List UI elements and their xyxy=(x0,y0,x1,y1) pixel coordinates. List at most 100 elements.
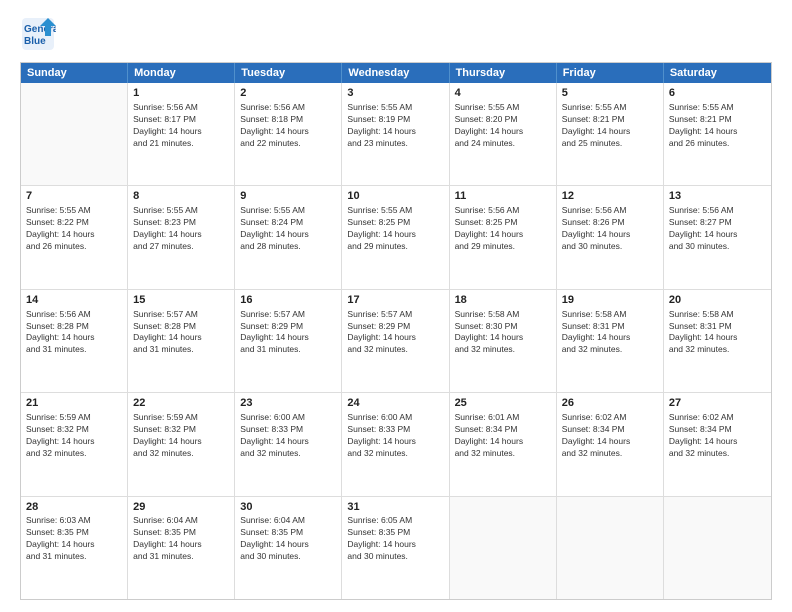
cell-info: Sunrise: 5:58 AM Sunset: 8:31 PM Dayligh… xyxy=(669,309,766,357)
day-number: 2 xyxy=(240,86,336,101)
cal-cell: 14Sunrise: 5:56 AM Sunset: 8:28 PM Dayli… xyxy=(21,290,128,392)
day-number: 5 xyxy=(562,86,658,101)
cell-info: Sunrise: 5:55 AM Sunset: 8:21 PM Dayligh… xyxy=(562,102,658,150)
week-row-1: 1Sunrise: 5:56 AM Sunset: 8:17 PM Daylig… xyxy=(21,83,771,186)
cell-info: Sunrise: 5:58 AM Sunset: 8:30 PM Dayligh… xyxy=(455,309,551,357)
cell-info: Sunrise: 6:01 AM Sunset: 8:34 PM Dayligh… xyxy=(455,412,551,460)
week-row-5: 28Sunrise: 6:03 AM Sunset: 8:35 PM Dayli… xyxy=(21,497,771,599)
cell-info: Sunrise: 5:59 AM Sunset: 8:32 PM Dayligh… xyxy=(26,412,122,460)
cal-cell: 29Sunrise: 6:04 AM Sunset: 8:35 PM Dayli… xyxy=(128,497,235,599)
day-number: 3 xyxy=(347,86,443,101)
day-number: 14 xyxy=(26,293,122,308)
cal-cell: 30Sunrise: 6:04 AM Sunset: 8:35 PM Dayli… xyxy=(235,497,342,599)
day-number: 28 xyxy=(26,500,122,515)
day-number: 26 xyxy=(562,396,658,411)
day-number: 1 xyxy=(133,86,229,101)
calendar: SundayMondayTuesdayWednesdayThursdayFrid… xyxy=(20,62,772,600)
cal-cell: 10Sunrise: 5:55 AM Sunset: 8:25 PM Dayli… xyxy=(342,186,449,288)
cell-info: Sunrise: 5:56 AM Sunset: 8:18 PM Dayligh… xyxy=(240,102,336,150)
cal-cell: 27Sunrise: 6:02 AM Sunset: 8:34 PM Dayli… xyxy=(664,393,771,495)
day-number: 15 xyxy=(133,293,229,308)
cal-cell: 25Sunrise: 6:01 AM Sunset: 8:34 PM Dayli… xyxy=(450,393,557,495)
cal-cell: 12Sunrise: 5:56 AM Sunset: 8:26 PM Dayli… xyxy=(557,186,664,288)
day-number: 29 xyxy=(133,500,229,515)
header-day-sunday: Sunday xyxy=(21,63,128,83)
day-number: 31 xyxy=(347,500,443,515)
cal-cell: 2Sunrise: 5:56 AM Sunset: 8:18 PM Daylig… xyxy=(235,83,342,185)
day-number: 20 xyxy=(669,293,766,308)
day-number: 30 xyxy=(240,500,336,515)
day-number: 8 xyxy=(133,189,229,204)
page: GeneralBlue SundayMondayTuesdayWednesday… xyxy=(0,0,792,612)
cal-cell: 20Sunrise: 5:58 AM Sunset: 8:31 PM Dayli… xyxy=(664,290,771,392)
cell-info: Sunrise: 6:00 AM Sunset: 8:33 PM Dayligh… xyxy=(240,412,336,460)
day-number: 27 xyxy=(669,396,766,411)
cal-cell: 3Sunrise: 5:55 AM Sunset: 8:19 PM Daylig… xyxy=(342,83,449,185)
cell-info: Sunrise: 5:57 AM Sunset: 8:29 PM Dayligh… xyxy=(240,309,336,357)
cal-cell: 13Sunrise: 5:56 AM Sunset: 8:27 PM Dayli… xyxy=(664,186,771,288)
cell-info: Sunrise: 6:05 AM Sunset: 8:35 PM Dayligh… xyxy=(347,515,443,563)
cal-cell: 31Sunrise: 6:05 AM Sunset: 8:35 PM Dayli… xyxy=(342,497,449,599)
cal-cell: 24Sunrise: 6:00 AM Sunset: 8:33 PM Dayli… xyxy=(342,393,449,495)
cell-info: Sunrise: 5:56 AM Sunset: 8:26 PM Dayligh… xyxy=(562,205,658,253)
day-number: 4 xyxy=(455,86,551,101)
day-number: 21 xyxy=(26,396,122,411)
cell-info: Sunrise: 5:57 AM Sunset: 8:28 PM Dayligh… xyxy=(133,309,229,357)
logo: GeneralBlue xyxy=(20,16,56,52)
cal-cell: 17Sunrise: 5:57 AM Sunset: 8:29 PM Dayli… xyxy=(342,290,449,392)
header-day-saturday: Saturday xyxy=(664,63,771,83)
cell-info: Sunrise: 6:02 AM Sunset: 8:34 PM Dayligh… xyxy=(669,412,766,460)
day-number: 24 xyxy=(347,396,443,411)
calendar-header: SundayMondayTuesdayWednesdayThursdayFrid… xyxy=(21,63,771,83)
cal-cell: 18Sunrise: 5:58 AM Sunset: 8:30 PM Dayli… xyxy=(450,290,557,392)
cell-info: Sunrise: 5:59 AM Sunset: 8:32 PM Dayligh… xyxy=(133,412,229,460)
calendar-body: 1Sunrise: 5:56 AM Sunset: 8:17 PM Daylig… xyxy=(21,83,771,599)
week-row-4: 21Sunrise: 5:59 AM Sunset: 8:32 PM Dayli… xyxy=(21,393,771,496)
cal-cell: 15Sunrise: 5:57 AM Sunset: 8:28 PM Dayli… xyxy=(128,290,235,392)
svg-text:Blue: Blue xyxy=(24,36,46,47)
header: GeneralBlue xyxy=(20,16,772,52)
cal-cell xyxy=(664,497,771,599)
day-number: 18 xyxy=(455,293,551,308)
cal-cell xyxy=(557,497,664,599)
cal-cell: 23Sunrise: 6:00 AM Sunset: 8:33 PM Dayli… xyxy=(235,393,342,495)
day-number: 25 xyxy=(455,396,551,411)
cal-cell: 22Sunrise: 5:59 AM Sunset: 8:32 PM Dayli… xyxy=(128,393,235,495)
cal-cell: 6Sunrise: 5:55 AM Sunset: 8:21 PM Daylig… xyxy=(664,83,771,185)
header-day-thursday: Thursday xyxy=(450,63,557,83)
cal-cell: 19Sunrise: 5:58 AM Sunset: 8:31 PM Dayli… xyxy=(557,290,664,392)
cal-cell: 7Sunrise: 5:55 AM Sunset: 8:22 PM Daylig… xyxy=(21,186,128,288)
cell-info: Sunrise: 5:55 AM Sunset: 8:20 PM Dayligh… xyxy=(455,102,551,150)
day-number: 23 xyxy=(240,396,336,411)
cal-cell: 4Sunrise: 5:55 AM Sunset: 8:20 PM Daylig… xyxy=(450,83,557,185)
header-day-monday: Monday xyxy=(128,63,235,83)
cell-info: Sunrise: 5:55 AM Sunset: 8:24 PM Dayligh… xyxy=(240,205,336,253)
cal-cell: 26Sunrise: 6:02 AM Sunset: 8:34 PM Dayli… xyxy=(557,393,664,495)
day-number: 17 xyxy=(347,293,443,308)
cell-info: Sunrise: 6:04 AM Sunset: 8:35 PM Dayligh… xyxy=(133,515,229,563)
cell-info: Sunrise: 5:58 AM Sunset: 8:31 PM Dayligh… xyxy=(562,309,658,357)
cal-cell: 21Sunrise: 5:59 AM Sunset: 8:32 PM Dayli… xyxy=(21,393,128,495)
cell-info: Sunrise: 5:55 AM Sunset: 8:25 PM Dayligh… xyxy=(347,205,443,253)
cal-cell: 1Sunrise: 5:56 AM Sunset: 8:17 PM Daylig… xyxy=(128,83,235,185)
cal-cell xyxy=(21,83,128,185)
day-number: 9 xyxy=(240,189,336,204)
cell-info: Sunrise: 6:02 AM Sunset: 8:34 PM Dayligh… xyxy=(562,412,658,460)
header-day-friday: Friday xyxy=(557,63,664,83)
cal-cell: 28Sunrise: 6:03 AM Sunset: 8:35 PM Dayli… xyxy=(21,497,128,599)
cell-info: Sunrise: 5:56 AM Sunset: 8:27 PM Dayligh… xyxy=(669,205,766,253)
day-number: 22 xyxy=(133,396,229,411)
day-number: 11 xyxy=(455,189,551,204)
day-number: 10 xyxy=(347,189,443,204)
header-day-wednesday: Wednesday xyxy=(342,63,449,83)
cell-info: Sunrise: 5:56 AM Sunset: 8:17 PM Dayligh… xyxy=(133,102,229,150)
cell-info: Sunrise: 5:55 AM Sunset: 8:23 PM Dayligh… xyxy=(133,205,229,253)
cal-cell: 11Sunrise: 5:56 AM Sunset: 8:25 PM Dayli… xyxy=(450,186,557,288)
logo-svg: GeneralBlue xyxy=(20,16,56,52)
day-number: 13 xyxy=(669,189,766,204)
cell-info: Sunrise: 5:57 AM Sunset: 8:29 PM Dayligh… xyxy=(347,309,443,357)
cell-info: Sunrise: 6:04 AM Sunset: 8:35 PM Dayligh… xyxy=(240,515,336,563)
week-row-2: 7Sunrise: 5:55 AM Sunset: 8:22 PM Daylig… xyxy=(21,186,771,289)
day-number: 12 xyxy=(562,189,658,204)
day-number: 16 xyxy=(240,293,336,308)
